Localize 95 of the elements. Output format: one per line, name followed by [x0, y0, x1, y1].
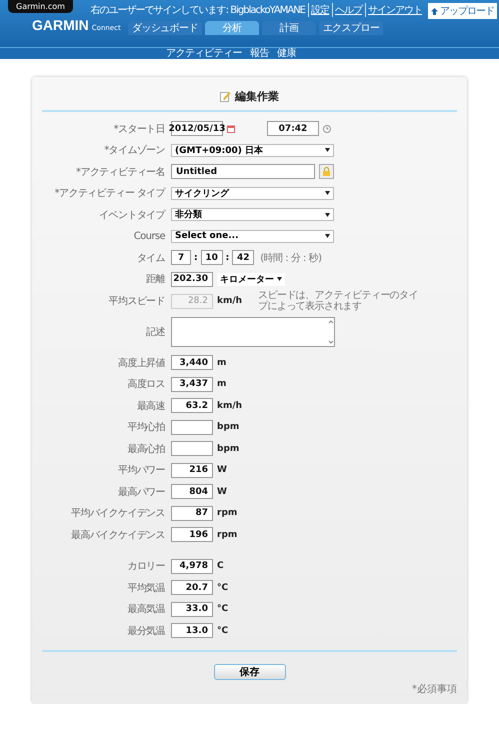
speed-note: スピードは、アクティビティーのタイプによって表示されます: [258, 290, 419, 312]
unit-label: m: [217, 379, 226, 390]
description-textarea[interactable]: [171, 317, 335, 347]
dropdown[interactable]: (GMT+09:00) 日本: [171, 144, 334, 157]
number-field[interactable]: 3,437: [171, 376, 213, 392]
field-label: カロリー: [126, 560, 165, 574]
field-label: 最高バイクケイデンス: [70, 528, 165, 542]
nav-tab[interactable]: 計画: [262, 21, 316, 35]
field-label: 最分気温: [126, 624, 165, 638]
field-label: イベントタイプ: [98, 208, 165, 222]
seconds-field[interactable]: 42: [232, 250, 254, 266]
date-field[interactable]: 2012/05/13: [171, 121, 223, 136]
colon-separator: :: [194, 252, 198, 263]
field-label: *アクティビティー タイプ: [54, 186, 165, 200]
upload-button[interactable]: アップロード: [428, 3, 497, 19]
unit-label: W: [217, 486, 227, 497]
scrollbar-icon: [328, 318, 334, 346]
number-field[interactable]: 13.0: [171, 623, 213, 638]
field-label: 最高パワー: [116, 486, 165, 499]
number-field[interactable]: 4,978: [171, 558, 213, 574]
lock-icon: [322, 167, 331, 176]
field-label: 高度ロス: [126, 378, 165, 392]
nav-tab[interactable]: エクスプロー: [318, 21, 384, 35]
unit-label: C: [217, 561, 224, 572]
number-field[interactable]: 33.0: [171, 602, 213, 617]
number-field[interactable]: 20.7: [171, 580, 213, 596]
upload-icon: [431, 8, 438, 14]
dropdown[interactable]: Select one...: [171, 230, 334, 243]
field-label: 平均パワー: [116, 464, 165, 478]
logo-wordmark: GARMIN: [32, 17, 89, 33]
field-label: 平均スピード: [108, 295, 165, 308]
unit-label: rpm: [217, 530, 238, 540]
field-label: 最高心拍: [126, 442, 165, 456]
unit-dropdown[interactable]: キロメーター: [217, 272, 285, 286]
number-field[interactable]: 216: [171, 462, 213, 478]
text-field[interactable]: Untitled: [171, 164, 315, 180]
caret-icon: [325, 212, 330, 217]
number-field[interactable]: 202.30: [171, 272, 213, 287]
unit-label: m: [217, 358, 226, 368]
hours-field[interactable]: 7: [171, 250, 191, 266]
field-label: 距離: [145, 273, 165, 286]
unit-label: °C: [217, 604, 228, 614]
required-footnote: *必須事項: [412, 682, 457, 696]
number-field[interactable]: [171, 441, 213, 456]
header-link[interactable]: 設定: [308, 3, 329, 17]
dropdown[interactable]: 非分類: [171, 208, 334, 222]
lock-button[interactable]: [319, 164, 334, 180]
number-field[interactable]: 87: [171, 506, 213, 521]
field-label: 高度上昇値: [116, 356, 165, 370]
number-field[interactable]: 3,440: [171, 355, 213, 370]
caret-icon: [325, 148, 330, 152]
unit-label: km/h: [217, 400, 242, 411]
unit-label: bpm: [217, 422, 240, 432]
field-label: 平均心拍: [126, 420, 165, 434]
signed-in-text: 右のユーザーでサインしています: BigblackoYAMANE: [90, 4, 305, 17]
field-label: *スタート日: [112, 122, 165, 136]
clock-icon[interactable]: [323, 124, 331, 133]
edit-icon: [220, 91, 231, 102]
header-link[interactable]: サインアウト: [365, 3, 422, 17]
calendar-icon[interactable]: [227, 124, 235, 133]
site-link[interactable]: Garmin.com: [8, 0, 73, 13]
field-label: *アクティビティー名: [74, 166, 165, 179]
field-label: タイム: [136, 252, 165, 265]
number-field[interactable]: 804: [171, 484, 213, 500]
unit-label: rpm: [217, 508, 238, 518]
caret-icon: [277, 277, 282, 282]
time-format-hint: (時間 : 分 : 秒): [260, 252, 322, 265]
unit-label: bpm: [217, 444, 240, 454]
unit-label: km/h: [217, 296, 242, 306]
save-button[interactable]: 保存: [214, 664, 286, 680]
unit-label: °C: [217, 582, 228, 593]
number-field[interactable]: 196: [171, 527, 213, 542]
field-label: 平均気温: [126, 582, 165, 595]
unit-label: W: [217, 465, 227, 476]
number-field[interactable]: 63.2: [171, 398, 213, 414]
field-label: 記述: [145, 326, 165, 339]
time-field[interactable]: 07:42: [267, 121, 319, 136]
subnav-link[interactable]: 健康: [277, 48, 296, 59]
minutes-field[interactable]: 10: [200, 250, 223, 266]
subnav-link[interactable]: アクティビティー: [166, 48, 242, 59]
field-label: 最高気温: [126, 602, 165, 616]
number-field[interactable]: [171, 420, 213, 435]
field-label: 最高速: [136, 400, 165, 413]
nav-tab[interactable]: ダッシュボード: [128, 21, 202, 35]
caret-icon: [325, 191, 330, 196]
page-title: 編集作業: [235, 89, 279, 104]
header-link[interactable]: ヘルプ: [332, 3, 362, 17]
caret-icon: [325, 234, 330, 238]
field-label: *タイムゾーン: [103, 144, 165, 158]
dropdown[interactable]: サイクリング: [171, 186, 334, 200]
subnav-link[interactable]: 報告: [250, 48, 269, 59]
field-label: 平均バイクケイデンス: [70, 507, 165, 520]
unit-label: °C: [217, 626, 228, 636]
colon-separator: :: [226, 252, 230, 263]
field-label: Course: [132, 230, 165, 242]
